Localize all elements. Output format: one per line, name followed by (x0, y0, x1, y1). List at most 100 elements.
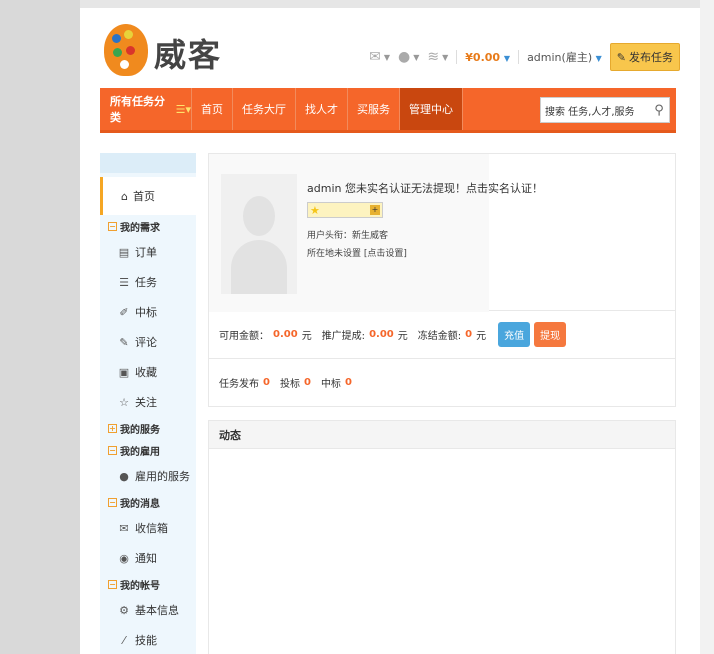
balance-row: 可用金额： 0.00 元 推广提成: 0.00 元 冻结金额: 0 元 充值 提… (208, 311, 676, 359)
sidebar-group-label: 我的服务 (120, 424, 160, 436)
sidebar-item-orders[interactable]: ▤ 订单 (100, 237, 196, 267)
sidebar-item-inbox[interactable]: ✉ 收信箱 (100, 513, 196, 543)
sidebar-group-requirements[interactable]: − 我的需求 (100, 215, 196, 237)
left-background (0, 0, 80, 654)
rss-menu[interactable]: ≋ ▼ (427, 49, 448, 65)
sidebar-item-basic-info[interactable]: ⚙ 基本信息 (100, 595, 196, 625)
sidebar-group-label: 我的消息 (120, 498, 160, 510)
sidebar-item-label: 通知 (135, 552, 157, 565)
sidebar-item-label: 收信箱 (135, 522, 168, 535)
site-logo[interactable]: 威客 (104, 24, 224, 86)
sidebar-group-label: 我的雇用 (120, 446, 160, 458)
divider (456, 50, 458, 64)
sidebar-item-label: 评论 (135, 336, 157, 349)
bid-icon: ✐ (119, 305, 129, 319)
win-count-value[interactable]: 0 (345, 377, 352, 388)
profile-card: admin 您未实名认证无法提现！点击实名认证！ ★ + 用户头衔：新生威客 所… (208, 153, 676, 312)
avatar[interactable] (221, 174, 297, 294)
bid-count-value[interactable]: 0 (304, 377, 311, 388)
gear-icon: ⚙ (119, 603, 129, 617)
available-value: 0.00 (273, 329, 298, 340)
recharge-button[interactable]: 充值 (498, 322, 531, 347)
logo-text: 威客 (154, 36, 223, 74)
notice-menu[interactable]: ● ▼ (398, 49, 419, 65)
menu-lines-icon: ☰▾ (175, 102, 191, 116)
header-tools: ✉ ▼ ● ▼ ≋ ▼ ¥0.00 ▼ admin(雇主) ▼ ✎ 发布任务 (369, 42, 680, 72)
chevron-down-icon: ▼ (383, 52, 390, 62)
nav-item-home[interactable]: 首页 (192, 88, 233, 130)
sidebar-item-label: 技能 (135, 634, 157, 647)
avatar-head-shape (243, 196, 275, 236)
sidebar-item-hired-services[interactable]: ● 雇用的服务 (100, 461, 196, 491)
post-task-label: 发布任务 (629, 51, 673, 64)
sidebar-item-notices[interactable]: ◉ 通知 (100, 543, 196, 573)
promo-value: 0.00 (369, 329, 394, 340)
search-placeholder: 搜索 任务,人才,服务 (545, 106, 635, 118)
collapse-icon: − (108, 497, 117, 507)
sidebar-item-label: 订单 (135, 246, 157, 259)
category-menu[interactable]: 所有任务分类 ☰▾ (100, 88, 192, 130)
task-count-label: 任务发布 (219, 379, 259, 390)
balance-value: ¥0.00 (465, 50, 501, 64)
sidebar-item-follow[interactable]: ☆ 关注 (100, 387, 196, 417)
pencil-icon: ✎ (616, 50, 626, 64)
search-icon[interactable]: ⚲ (649, 103, 669, 118)
sidebar-group-services[interactable]: + 我的服务 (100, 417, 196, 439)
nav-item-management[interactable]: 管理中心 (400, 88, 463, 130)
sidebar-item-home[interactable]: ⌂ 首页 (100, 177, 196, 215)
logo-palette-icon (104, 24, 148, 76)
sidebar-item-skills[interactable]: ⁄ 技能 (100, 625, 196, 654)
location-setting[interactable]: 所在地未设置 [点击设置] (307, 246, 407, 259)
page: 威客 ✉ ▼ ● ▼ ≋ ▼ ¥0.00 ▼ admin(雇主) ▼ ✎ 发布任务 所有… (80, 8, 700, 654)
promo-label: 推广提成: (321, 331, 366, 342)
nav-item-task-hall[interactable]: 任务大厅 (233, 88, 296, 130)
order-icon: ▤ (118, 245, 130, 259)
sidebar-item-tasks[interactable]: ☰ 任务 (100, 267, 196, 297)
chevron-down-icon: ▼ (595, 54, 602, 63)
sidebar-item-label: 任务 (135, 276, 157, 289)
withdraw-button[interactable]: 提现 (534, 322, 567, 347)
mail-icon: ✉ (119, 521, 129, 535)
sidebar-group-account[interactable]: − 我的帐号 (100, 573, 196, 595)
sidebar-item-label: 基本信息 (135, 604, 179, 617)
search-input[interactable]: 搜索 任务,人才,服务 ⚲ (540, 97, 670, 123)
chevron-down-icon: ▼ (503, 53, 511, 63)
user-menu[interactable]: admin(雇主) ▼ (527, 49, 602, 65)
right-background (700, 0, 714, 654)
favorite-icon: ▣ (118, 365, 130, 379)
comment-icon: ✎ (119, 335, 129, 349)
user-icon: ● (119, 469, 129, 483)
home-icon: ⌂ (121, 189, 128, 203)
sidebar-item-label: 关注 (135, 396, 157, 409)
bid-count-label: 投标 (279, 379, 300, 390)
nav-item-find-talent[interactable]: 找人才 (296, 88, 348, 130)
activity-panel: 动态 (208, 420, 676, 654)
category-label: 所有任务分类 (110, 95, 165, 124)
sidebar-group-messages[interactable]: − 我的消息 (100, 491, 196, 513)
balance-menu[interactable]: ¥0.00 ▼ (465, 51, 510, 64)
stats-row: 任务发布 0 投标 0 中标 0 (208, 359, 676, 407)
sidebar-group-hire[interactable]: − 我的雇用 (100, 439, 196, 461)
sidebar-item-favorites[interactable]: ▣ 收藏 (100, 357, 196, 387)
nav-item-buy-service[interactable]: 买服务 (348, 88, 400, 130)
sidebar-item-comments[interactable]: ✎ 评论 (100, 327, 196, 357)
post-task-button[interactable]: ✎ 发布任务 (609, 43, 680, 71)
star-icon: ☆ (119, 395, 129, 409)
activity-title: 动态 (209, 421, 675, 449)
task-count-value[interactable]: 0 (263, 377, 270, 388)
message-menu[interactable]: ✉ ▼ (369, 49, 390, 65)
avatar-body-shape (231, 240, 287, 294)
sidebar: ⌂ 首页 − 我的需求 ▤ 订单 ☰ 任务 ✐ 中标 ✎ 评论 ▣ 收藏 ☆ 关注 + 我的服务 … (100, 153, 196, 654)
frozen-value: 0 (465, 329, 473, 340)
currency-unit: 元 (397, 331, 408, 342)
chevron-down-icon: ▼ (413, 52, 420, 62)
notice-icon: ● (398, 49, 411, 65)
sidebar-item-label: 收藏 (135, 366, 157, 379)
divider (518, 50, 520, 64)
credit-rating: ★ + (307, 202, 383, 218)
verification-warning[interactable]: admin 您未实名认证无法提现！点击实名认证！ (307, 180, 543, 196)
list-icon: ☰ (119, 275, 129, 289)
mail-icon: ✉ (369, 49, 381, 65)
sidebar-item-bids[interactable]: ✐ 中标 (100, 297, 196, 327)
notice-icon: ◉ (119, 551, 129, 565)
